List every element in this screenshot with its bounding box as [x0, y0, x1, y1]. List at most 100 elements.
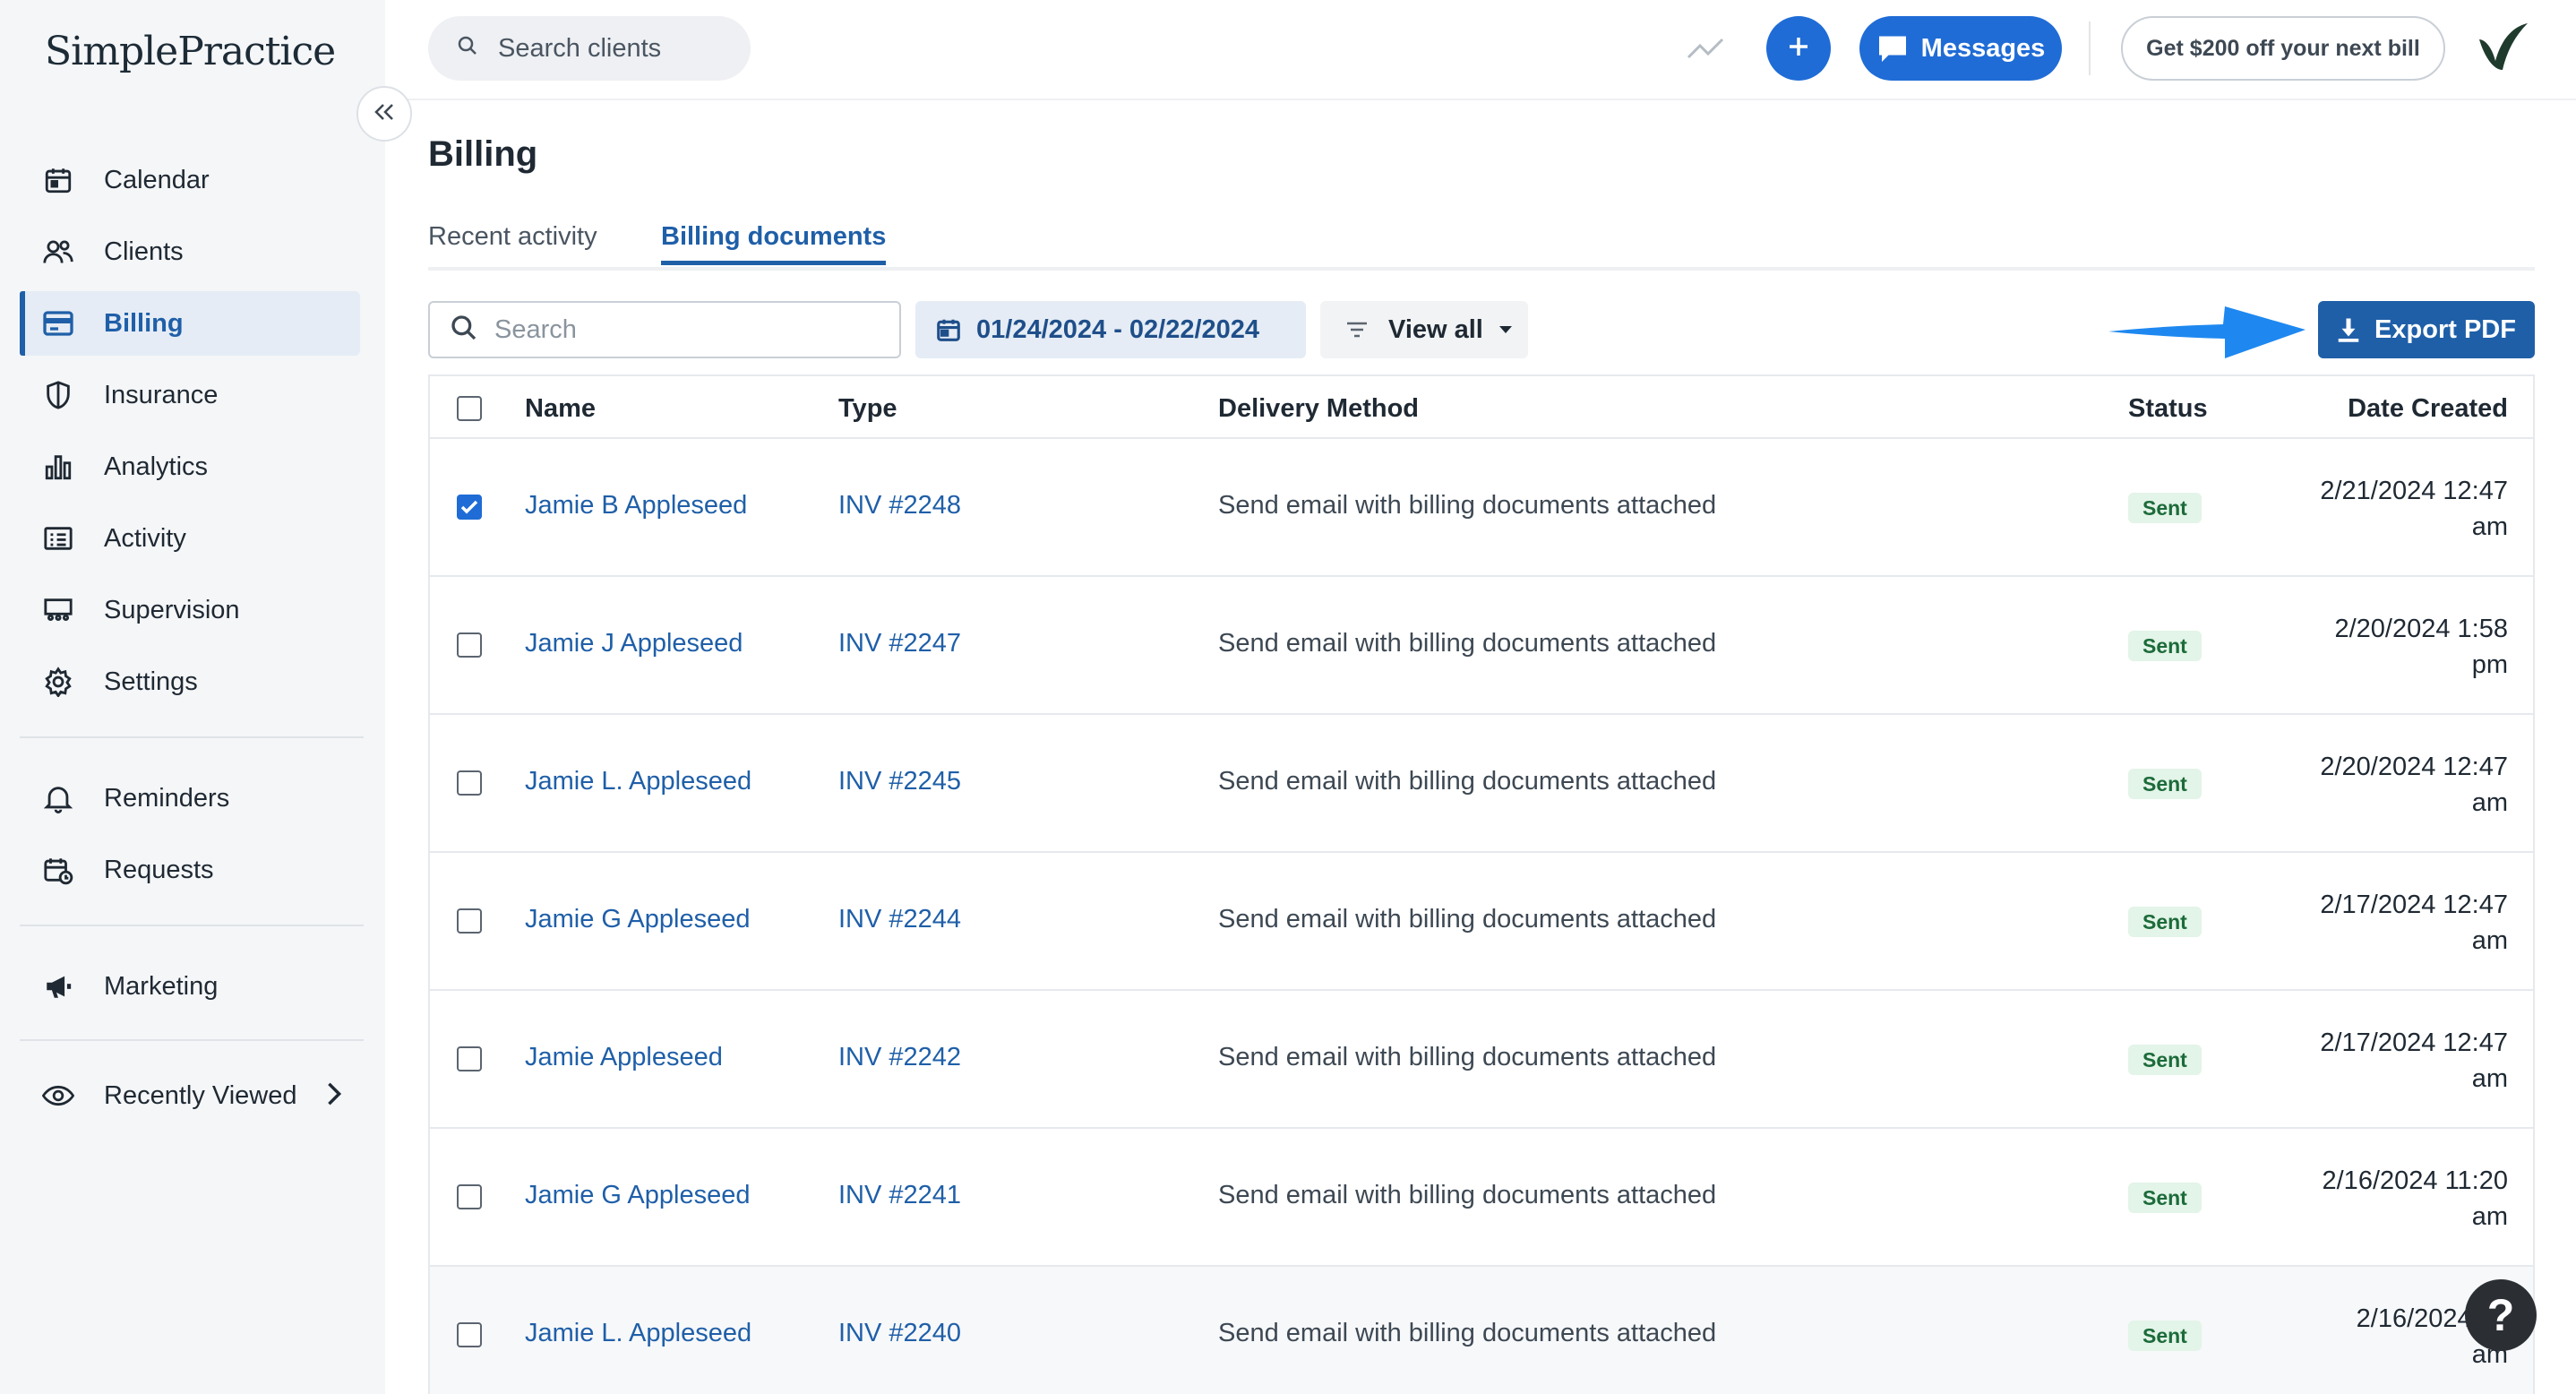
date-created: 2/20/2024 1:58 pm — [2239, 611, 2508, 683]
checkmark-icon — [460, 500, 478, 514]
trending-icon[interactable] — [1686, 29, 1725, 69]
sidebar-item-label: Requests — [104, 855, 214, 884]
sidebar-item-supervision[interactable]: Supervision — [20, 578, 360, 642]
export-pdf-button[interactable]: Export PDF — [2318, 301, 2535, 358]
simplepractice-logo[interactable]: SimplePractice — [45, 29, 336, 74]
sidebar-item-requests[interactable]: Requests — [20, 838, 360, 902]
date-created-line2: pm — [2471, 650, 2508, 679]
shield-icon — [41, 378, 75, 412]
view-filter-label: View all — [1388, 314, 1483, 344]
invoice-link[interactable]: INV #2240 — [838, 1319, 961, 1348]
row-checkbox[interactable] — [457, 770, 482, 796]
sidebar-item-reminders[interactable]: Reminders — [20, 766, 360, 830]
table-row: Jamie B Appleseed INV #2248 Send email w… — [430, 439, 2533, 577]
client-name-link[interactable]: Jamie G Appleseed — [525, 905, 750, 934]
calendar-icon — [41, 163, 75, 197]
bell-icon — [41, 781, 75, 815]
row-checkbox[interactable] — [457, 1184, 482, 1209]
chevron-right-icon — [326, 1081, 342, 1111]
tab-recent-activity[interactable]: Recent activity — [428, 222, 597, 265]
status-badge: Sent — [2128, 1321, 2202, 1351]
avatar[interactable] — [2472, 18, 2533, 79]
eye-icon — [41, 1079, 75, 1113]
sidebar-item-billing[interactable]: Billing — [20, 291, 360, 356]
sidebar-item-label: Activity — [104, 523, 186, 553]
sidebar-item-recently-viewed[interactable]: Recently Viewed — [20, 1063, 360, 1128]
client-name-link[interactable]: Jamie L. Appleseed — [525, 767, 751, 796]
date-created-line1: 2/17/2024 12:47 — [2320, 1028, 2508, 1057]
client-name-link[interactable]: Jamie G Appleseed — [525, 1181, 750, 1210]
column-header-name[interactable]: Name — [525, 394, 596, 424]
date-created-line1: 2/16/2024 11:20 — [2322, 1166, 2509, 1195]
documents-search-input[interactable] — [494, 314, 889, 345]
documents-search-field[interactable] — [428, 301, 901, 358]
help-button[interactable]: ? — [2465, 1279, 2537, 1351]
client-search-input[interactable]: Search clients — [428, 16, 751, 81]
select-all-checkbox[interactable] — [457, 396, 482, 421]
sidebar-item-clients[interactable]: Clients — [20, 219, 360, 284]
row-checkbox[interactable] — [457, 1322, 482, 1347]
sidebar-item-label: Settings — [104, 667, 198, 696]
date-created: 2/17/2024 12:47 am — [2239, 1025, 2508, 1097]
client-name-link[interactable]: Jamie B Appleseed — [525, 491, 747, 521]
sidebar-item-label: Analytics — [104, 452, 209, 481]
date-created-line2: am — [2471, 788, 2508, 817]
top-bar: Search clients Messages Get $200 off you… — [385, 0, 2576, 100]
sidebar-item-label: Marketing — [104, 971, 219, 1001]
messages-label: Messages — [1920, 33, 2046, 63]
table-row: Jamie G Appleseed INV #2241 Send email w… — [430, 1129, 2533, 1267]
messages-button[interactable]: Messages — [1859, 16, 2062, 81]
sidebar-item-marketing[interactable]: Marketing — [20, 954, 360, 1019]
date-created: 2/20/2024 12:47 am — [2239, 749, 2508, 821]
sidebar-item-label: Recently Viewed — [104, 1080, 297, 1110]
table-row: Jamie L. Appleseed INV #2240 Send email … — [430, 1267, 2533, 1394]
client-name-link[interactable]: Jamie J Appleseed — [525, 629, 743, 658]
calendar-icon — [937, 319, 960, 341]
invoice-link[interactable]: INV #2244 — [838, 905, 961, 934]
row-checkbox[interactable] — [457, 495, 482, 520]
invoice-link[interactable]: INV #2241 — [838, 1181, 961, 1210]
column-header-status[interactable]: Status — [2128, 394, 2208, 424]
annotation-arrow-icon — [2108, 306, 2306, 358]
sidebar-item-label: Billing — [104, 308, 184, 338]
row-checkbox[interactable] — [457, 908, 482, 934]
sidebar-item-activity[interactable]: Activity — [20, 506, 360, 571]
table-row: Jamie G Appleseed INV #2244 Send email w… — [430, 853, 2533, 991]
client-name-link[interactable]: Jamie Appleseed — [525, 1043, 723, 1072]
table-row: Jamie L. Appleseed INV #2245 Send email … — [430, 715, 2533, 853]
table-header: Name Type Delivery Method Status Date Cr… — [430, 376, 2533, 439]
invoice-link[interactable]: INV #2242 — [838, 1043, 961, 1072]
sidebar-item-analytics[interactable]: Analytics — [20, 435, 360, 499]
sidebar-item-insurance[interactable]: Insurance — [20, 363, 360, 427]
plus-icon — [1785, 33, 1812, 65]
search-icon — [450, 314, 478, 347]
date-created-line1: 2/17/2024 12:47 — [2320, 891, 2508, 919]
date-range-button[interactable]: 01/24/2024 - 02/22/2024 — [915, 301, 1306, 358]
invoice-link[interactable]: INV #2248 — [838, 491, 961, 521]
create-new-button[interactable] — [1766, 16, 1831, 81]
sidebar-divider — [20, 925, 364, 926]
column-header-type[interactable]: Type — [838, 394, 897, 424]
billing-documents-table: Name Type Delivery Method Status Date Cr… — [428, 374, 2535, 1394]
column-header-delivery-method[interactable]: Delivery Method — [1218, 394, 1419, 424]
delivery-method: Send email with billing documents attach… — [1218, 1319, 1717, 1347]
delivery-method: Send email with billing documents attach… — [1218, 767, 1717, 796]
status-badge: Sent — [2128, 907, 2202, 937]
client-name-link[interactable]: Jamie L. Appleseed — [525, 1319, 751, 1348]
collapse-sidebar-button[interactable] — [356, 86, 412, 142]
referral-offer-button[interactable]: Get $200 off your next bill — [2121, 16, 2445, 81]
column-header-date-created[interactable]: Date Created — [2348, 394, 2508, 424]
sidebar-item-calendar[interactable]: Calendar — [20, 148, 360, 212]
date-range-label: 01/24/2024 - 02/22/2024 — [976, 314, 1260, 344]
invoice-link[interactable]: INV #2247 — [838, 629, 961, 658]
calendar-request-icon — [41, 853, 75, 887]
table-row: Jamie Appleseed INV #2242 Send email wit… — [430, 991, 2533, 1129]
delivery-method: Send email with billing documents attach… — [1218, 491, 1717, 520]
invoice-link[interactable]: INV #2245 — [838, 767, 961, 796]
tab-billing-documents[interactable]: Billing documents — [661, 222, 887, 265]
sidebar-item-settings[interactable]: Settings — [20, 650, 360, 714]
view-filter-dropdown[interactable]: View all — [1320, 301, 1528, 358]
row-checkbox[interactable] — [457, 1046, 482, 1071]
sidebar-divider — [20, 1039, 364, 1041]
row-checkbox[interactable] — [457, 632, 482, 658]
